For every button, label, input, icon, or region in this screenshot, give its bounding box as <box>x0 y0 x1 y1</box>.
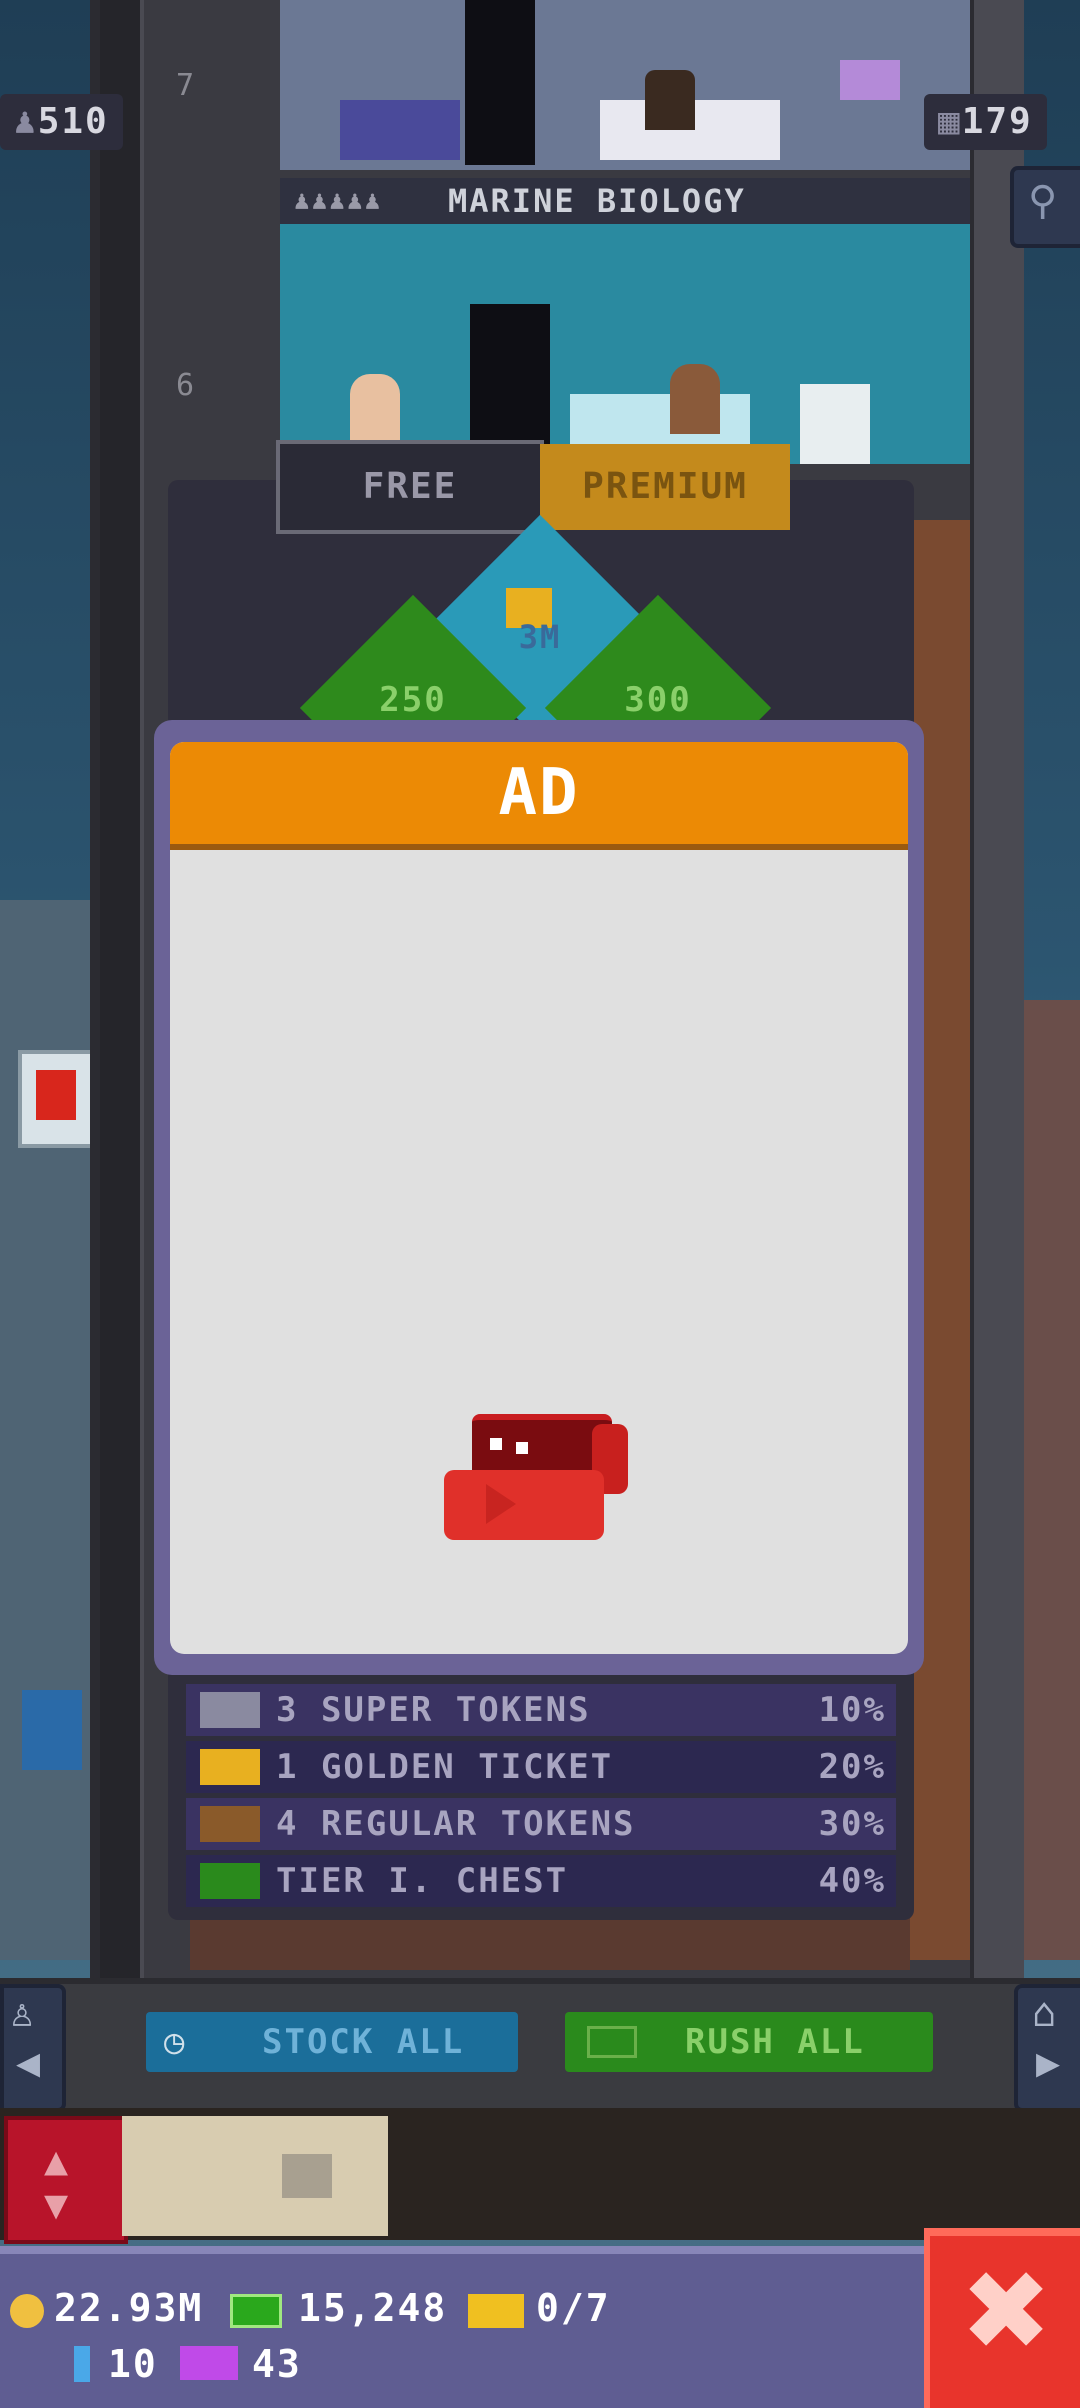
population-icon: ♟ <box>14 101 38 142</box>
population-counter[interactable]: ♟510 <box>0 94 123 150</box>
lobby-button[interactable]: ⌂ ▶ <box>1014 1984 1080 2112</box>
bux-icon <box>587 2026 637 2058</box>
floor-6-name: MARINE BIOLOGY <box>448 182 746 220</box>
search-button[interactable]: ⚲ <box>1010 166 1080 248</box>
down-arrow-icon: ▼ <box>44 2182 69 2228</box>
tickets-value: 0/7 <box>536 2286 611 2330</box>
reward-row-super-tokens: 3 SUPER TOKENS 10% <box>186 1684 896 1736</box>
tab-premium[interactable]: PREMIUM <box>540 444 790 530</box>
floor-6-name-bar: ♟♟♟♟♟ MARINE BIOLOGY <box>280 178 970 224</box>
reward-tile-top-value: 3M <box>518 618 562 656</box>
floor-7-room[interactable] <box>280 0 970 170</box>
up-arrow-icon: ▲ <box>44 2138 69 2184</box>
golden-ticket-icon <box>200 1749 260 1785</box>
bux-value: 15,248 <box>298 2286 448 2330</box>
tab-free[interactable]: FREE <box>276 440 544 534</box>
building-icon: ▦ <box>938 101 962 142</box>
floor-workers-icon: ♟♟♟♟♟ <box>294 186 383 216</box>
floor-number-7: 7 <box>176 68 195 103</box>
ad-title: AD <box>170 742 908 850</box>
elevator-shaft <box>100 0 144 1980</box>
close-button[interactable]: ✖ <box>924 2228 1080 2408</box>
coins-value: 22.93M <box>54 2286 204 2330</box>
rush-all-button[interactable]: RUSH ALL <box>565 2012 933 2072</box>
vip-value: 43 <box>252 2342 302 2386</box>
ticket-icon <box>468 2294 524 2328</box>
regular-token-icon <box>200 1806 260 1842</box>
floor-counter[interactable]: ▦179 <box>924 94 1047 150</box>
reward-row-golden-ticket: 1 GOLDEN TICKET 20% <box>186 1741 896 1793</box>
billboard-sign-icon <box>22 1690 82 1770</box>
coin-icon <box>10 2294 44 2328</box>
close-icon: ✖ <box>960 2247 1053 2375</box>
reward-row-regular-tokens: 4 REGULAR TOKENS 30% <box>186 1798 896 1850</box>
tower-right-pillar <box>970 0 1024 1980</box>
ad-dialog[interactable]: AD <box>170 742 908 1654</box>
reward-row-tier-chest: TIER I. CHEST 40% <box>186 1855 896 1907</box>
vip-icon <box>180 2346 238 2380</box>
key-icon <box>74 2346 90 2382</box>
home-icon: ⌂ <box>1032 1990 1057 2036</box>
arrow-right-icon: ▶ <box>1036 2040 1061 2086</box>
elevator-car[interactable] <box>122 2116 388 2236</box>
floor-number-6: 6 <box>176 368 195 403</box>
arrow-left-icon: ◀ <box>16 2040 41 2086</box>
chest-icon <box>200 1863 260 1899</box>
visitors-button[interactable]: ♙ ◀ <box>0 1984 66 2112</box>
bux-currency-icon <box>230 2294 282 2328</box>
floor-6-room[interactable] <box>280 224 970 464</box>
elevator-control-button[interactable]: ▲ ▼ <box>4 2116 128 2244</box>
keys-value: 10 <box>108 2342 158 2386</box>
reward-tile-left-value: 250 <box>379 680 447 720</box>
stock-all-button[interactable]: ◷ STOCK ALL <box>146 2012 518 2072</box>
super-token-icon <box>200 1692 260 1728</box>
person-icon: ♙ <box>10 1990 35 2036</box>
billboard-fries-icon <box>18 1050 96 1148</box>
clock-icon: ◷ <box>164 2022 187 2062</box>
status-bar: 22.93M 15,248 0/7 10 43 <box>0 2246 930 2408</box>
reward-tile-right-value: 300 <box>624 680 692 720</box>
elevator-box-icon <box>282 2154 332 2198</box>
play-chest-icon <box>444 1414 632 1544</box>
search-icon: ⚲ <box>1028 178 1058 224</box>
